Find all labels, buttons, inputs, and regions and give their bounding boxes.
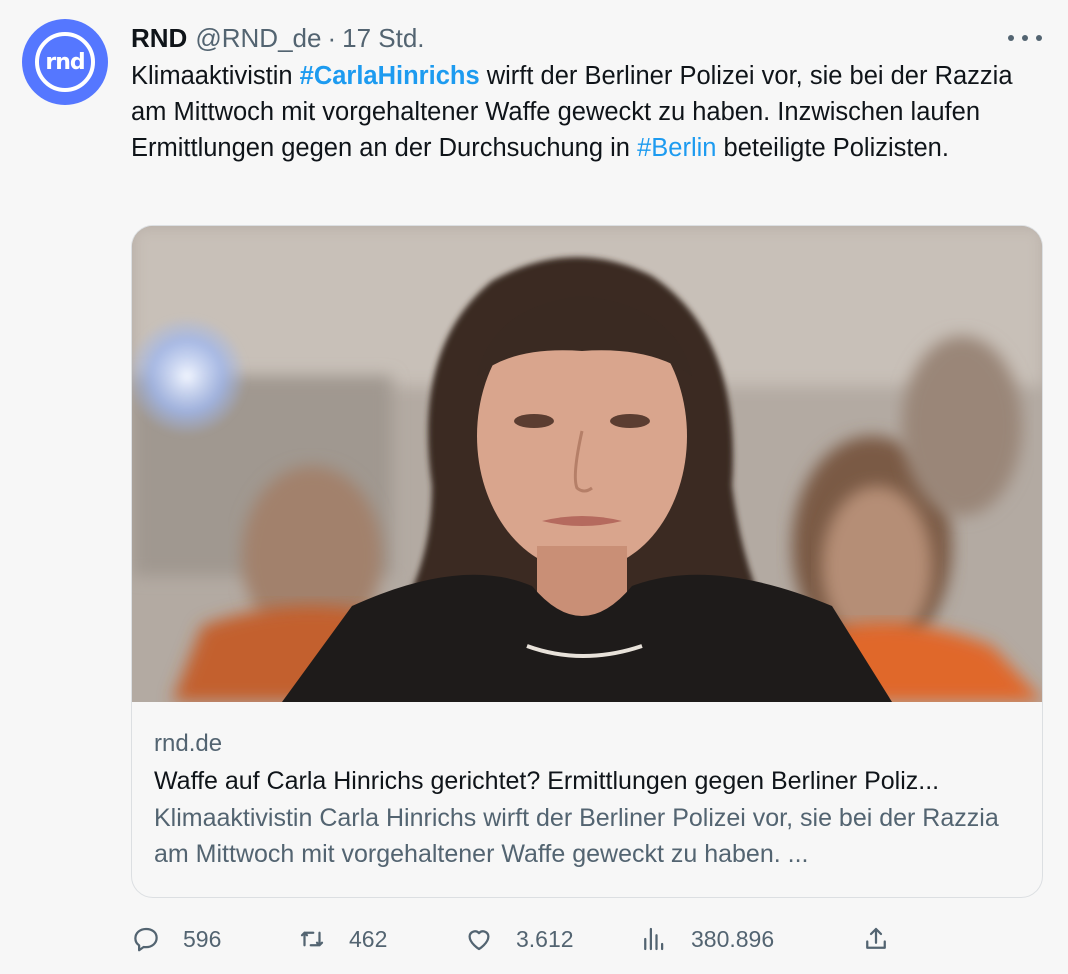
card-domain: rnd.de <box>154 730 223 757</box>
card-meta: rnd.de Waffe auf Carla Hinrichs gerichte… <box>154 726 1024 872</box>
card-title[interactable]: Waffe auf Carla Hinrichs gerichtet? Ermi… <box>154 762 1024 800</box>
card-description: Klimaaktivistin Carla Hinrichs wirft der… <box>154 804 999 868</box>
handle[interactable]: @RND_de <box>195 23 321 54</box>
retweet-count: 462 <box>349 925 388 952</box>
card-photo <box>132 226 1042 702</box>
tweet-text-part: beteiligte Polizisten. <box>716 134 949 162</box>
share-button[interactable] <box>861 918 913 960</box>
display-name[interactable]: RND <box>131 23 187 54</box>
tweet-text: Klimaaktivistin #CarlaHinrichs wirft der… <box>131 58 1031 166</box>
like-button[interactable]: 3.612 <box>464 918 574 960</box>
hashtag-link[interactable]: #Berlin <box>637 134 716 162</box>
reply-count: 596 <box>183 925 222 952</box>
views-icon <box>644 927 664 951</box>
more-horizontal-icon[interactable] <box>1008 24 1042 52</box>
card-image[interactable] <box>132 226 1042 702</box>
timestamp[interactable]: 17 Std. <box>342 23 424 54</box>
share-icon <box>866 927 886 949</box>
reply-icon <box>134 927 158 952</box>
tweet-text-part: Klimaaktivistin <box>131 62 300 90</box>
views-count: 380.896 <box>691 925 775 952</box>
action-bar: 596 462 3.612 380.896 <box>131 918 1031 960</box>
hashtag-link[interactable]: #CarlaHinrichs <box>300 62 480 90</box>
tweet[interactable]: rnd RND @RND_de · 17 Std. Klimaaktivisti… <box>0 0 1068 974</box>
like-count: 3.612 <box>516 925 574 952</box>
retweet-button[interactable]: 462 <box>297 918 387 960</box>
heart-icon <box>468 930 490 951</box>
avatar[interactable]: rnd <box>22 19 108 105</box>
retweet-icon <box>300 931 324 947</box>
tweet-header: RND @RND_de · 17 Std. <box>131 20 425 56</box>
link-card[interactable]: rnd.de Waffe auf Carla Hinrichs gerichte… <box>131 225 1043 898</box>
separator: · <box>327 22 337 53</box>
avatar-logo: rnd <box>35 32 95 92</box>
reply-button[interactable]: 596 <box>131 918 221 960</box>
views-button[interactable]: 380.896 <box>639 918 774 960</box>
